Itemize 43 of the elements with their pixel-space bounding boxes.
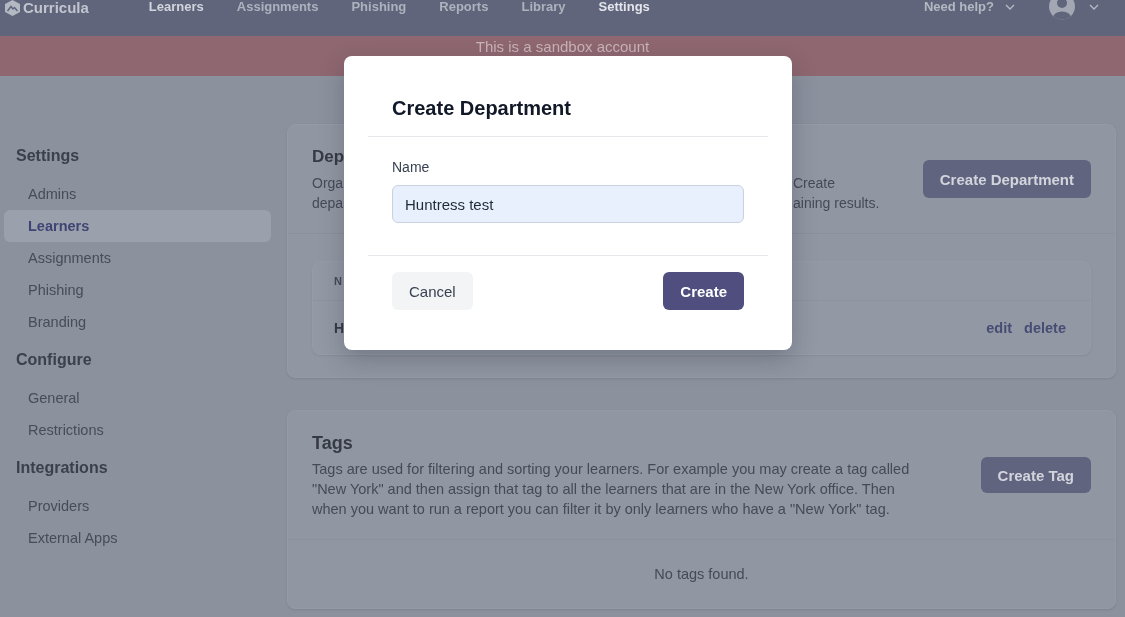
sidebar-item[interactable]: Phishing: [4, 274, 271, 306]
cancel-button[interactable]: Cancel: [392, 272, 473, 310]
sidebar-item[interactable]: External Apps: [4, 522, 271, 554]
nav-link[interactable]: Phishing: [351, 0, 407, 14]
field-label: Name: [392, 158, 430, 176]
create-tag-button[interactable]: Create Tag: [980, 457, 1091, 493]
sidebar-heading: Settings: [15, 146, 80, 166]
delete-link[interactable]: delete: [1024, 319, 1066, 336]
name-input[interactable]: Huntress test: [392, 185, 744, 223]
account-menu-button[interactable]: [1049, 0, 1099, 20]
sidebar-heading: Integrations: [15, 458, 108, 478]
create-button[interactable]: Create: [663, 272, 744, 310]
nav-link[interactable]: Assignments: [236, 0, 319, 14]
sidebar-item[interactable]: General: [4, 382, 271, 414]
sidebar-heading: Configure: [15, 350, 92, 370]
description-text: Orga: [312, 174, 344, 193]
card-title: Dep: [312, 146, 345, 168]
sidebar-item[interactable]: Learners: [4, 210, 271, 242]
description-text: Create: [793, 174, 836, 193]
chevron-down-icon: [1005, 4, 1015, 10]
description-text: aining results.: [793, 194, 880, 213]
chevron-down-icon: [1089, 4, 1099, 10]
banner-text: This is a sandbox account: [475, 38, 650, 55]
nav-link[interactable]: Settings: [598, 0, 650, 14]
sidebar-item[interactable]: Admins: [4, 178, 271, 210]
nav-link[interactable]: Learners: [148, 0, 204, 14]
empty-message: No tags found.: [654, 566, 749, 582]
table-cell: H: [334, 319, 345, 336]
sidebar-item[interactable]: Branding: [4, 306, 271, 338]
create-department-button[interactable]: Create Department: [922, 160, 1091, 198]
edit-link[interactable]: edit: [986, 319, 1013, 336]
description-text: Tags are used for filtering and sorting your learners. For example you may create a tag called "New York" and then assign that tag to all the learners that are in the New York office. Then when you want to run a report you can filter it by only learners who have a "New York" tag.: [312, 460, 911, 519]
sidebar-item[interactable]: Assignments: [4, 242, 271, 274]
description-text: depa: [312, 194, 344, 213]
help-menu-link[interactable]: Need help?: [923, 0, 1015, 14]
nav-link[interactable]: Reports: [439, 0, 489, 14]
nav-link[interactable]: Library: [521, 0, 566, 14]
sidebar-item[interactable]: Restrictions: [4, 414, 271, 446]
card-title: Tags: [312, 432, 353, 455]
column-header: N: [334, 275, 342, 287]
sidebar-item[interactable]: Providers: [4, 490, 271, 522]
logo-link[interactable]: Curricula: [5, 0, 89, 16]
modal-title: Create Department: [392, 96, 571, 120]
